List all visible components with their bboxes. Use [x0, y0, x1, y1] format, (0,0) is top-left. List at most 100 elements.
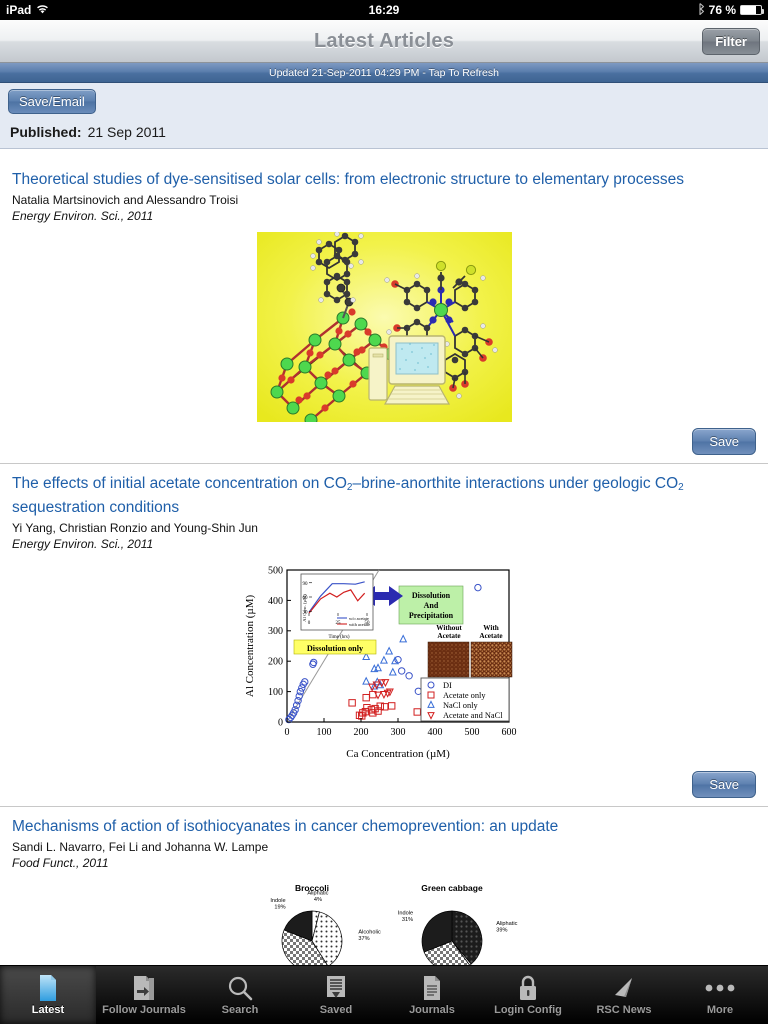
svg-text:Precipitation: Precipitation	[409, 611, 454, 620]
article-title[interactable]: Theoretical studies of dye-sensitised so…	[12, 170, 756, 190]
carrier-label: iPad	[6, 3, 32, 17]
svg-text:Indole: Indole	[398, 911, 413, 917]
navigation-bar: Latest Articles Filter	[0, 20, 768, 63]
svg-text:100: 100	[268, 687, 283, 698]
tab-rsc-news[interactable]: RSC News	[576, 966, 672, 1024]
svg-text:25: 25	[336, 621, 342, 626]
svg-text:0: 0	[285, 727, 290, 738]
status-bar: iPad 16:29 76 %	[0, 0, 768, 20]
tab-label: More	[706, 1004, 734, 1016]
action-toolbar: Save/Email	[0, 83, 768, 118]
svg-text:Aliphatic: Aliphatic	[496, 921, 517, 927]
molecular-graphic-figure	[256, 232, 512, 422]
status-bar-left: iPad	[6, 3, 49, 17]
svg-text:Alcoholic: Alcoholic	[358, 930, 381, 936]
tab-bar[interactable]: Latest Follow Journals Search Saved Jour…	[0, 965, 768, 1024]
article-journal: Energy Environ. Sci., 2011	[12, 537, 154, 551]
svg-text:Indole: Indole	[270, 898, 285, 904]
chart-legend: DIAcetate onlyNaCl onlyAcetate and NaCl	[420, 677, 510, 722]
svg-text:Dissolution only: Dissolution only	[307, 644, 364, 653]
svg-text:500: 500	[268, 565, 283, 576]
svg-text:31%: 31%	[402, 917, 413, 923]
svg-text:With: With	[483, 624, 498, 632]
article-figure: Broccoli Green cabbage Aliphatic 4% Alcoho…	[12, 879, 756, 965]
annotation-dissolution-only: Dissolution only	[293, 639, 377, 655]
svg-text:200: 200	[268, 657, 283, 668]
page-title: Latest Articles	[313, 29, 455, 52]
article-journal: Energy Environ. Sci., 2011	[12, 209, 154, 223]
save-email-button[interactable]: Save/Email	[8, 89, 96, 114]
article-item[interactable]: Mechanisms of action of isothiocyanates …	[0, 807, 768, 965]
article-journal: Food Funct., 2011	[12, 856, 109, 870]
tab-label: Search	[221, 1004, 259, 1016]
article-title[interactable]: The effects of initial acetate concentra…	[12, 474, 756, 518]
svg-text:90: 90	[303, 582, 309, 587]
save-button[interactable]: Save	[692, 428, 756, 455]
article-authors: Sandi L. Navarro, Fei Li and Johanna W. …	[12, 840, 269, 854]
app-root: iPad 16:29 76 % Latest Articles Filter U…	[0, 0, 768, 1024]
svg-text:300: 300	[268, 626, 283, 637]
tab-label: Saved	[319, 1004, 353, 1016]
svg-text:4%: 4%	[314, 897, 322, 903]
svg-text:Ca Concentration (µM): Ca Concentration (µM)	[346, 748, 450, 760]
document-icon	[36, 974, 60, 1002]
article-title[interactable]: Mechanisms of action of isothiocyanates …	[12, 817, 756, 837]
tab-label: Login Config	[494, 1004, 562, 1016]
bluetooth-icon	[697, 2, 705, 18]
svg-text:19%: 19%	[274, 905, 285, 911]
follow-journal-icon	[131, 974, 157, 1002]
svg-text:Acetate: Acetate	[437, 632, 460, 640]
article-item[interactable]: The effects of initial acetate concentra…	[0, 464, 768, 807]
filter-button[interactable]: Filter	[702, 28, 760, 55]
svg-text:60: 60	[303, 596, 309, 601]
svg-text:39%: 39%	[496, 927, 507, 933]
svg-text:600: 600	[502, 727, 517, 738]
svg-text:30: 30	[303, 610, 309, 615]
annotation-dissolution-precipitation: Dissolution And Precipitation	[398, 585, 464, 625]
article-item[interactable]: Theoretical studies of dye-sensitised so…	[0, 160, 768, 464]
published-date: 21 Sep 2011	[87, 124, 166, 140]
tab-more[interactable]: More	[672, 966, 768, 1024]
article-list[interactable]: Theoretical studies of dye-sensitised so…	[0, 160, 768, 965]
article-authors: Natalia Martsinovich and Alessandro Troi…	[12, 193, 239, 207]
article-authors: Yi Yang, Christian Ronzio and Young-Shin…	[12, 521, 258, 535]
tab-latest[interactable]: Latest	[0, 966, 96, 1024]
battery-icon	[740, 5, 764, 15]
svg-text:Acetate: Acetate	[479, 632, 502, 640]
svg-text:300: 300	[391, 727, 406, 738]
svg-text:100: 100	[317, 727, 332, 738]
svg-text:Dissolution: Dissolution	[412, 591, 451, 600]
svg-text:Green cabbage: Green cabbage	[421, 883, 483, 893]
svg-text:Al Concentration (µM): Al Concentration (µM)	[244, 595, 256, 698]
svg-text:Without: Without	[436, 624, 462, 632]
refresh-status-bar[interactable]: Updated 21-Sep-2011 04:29 PM - Tap To Re…	[0, 63, 768, 83]
wifi-icon	[36, 3, 49, 17]
save-row: Save	[12, 428, 756, 455]
pie-charts-figure: Broccoli Green cabbage Aliphatic4%Alcoho…	[224, 879, 544, 965]
tab-saved[interactable]: Saved	[288, 966, 384, 1024]
svg-text:Aliphatic: Aliphatic	[307, 890, 328, 896]
tab-label: Follow Journals	[102, 1004, 186, 1016]
svg-text:500: 500	[465, 727, 480, 738]
save-row: Save	[12, 771, 756, 798]
tab-label: RSC News	[596, 1004, 652, 1016]
svg-text:And: And	[424, 601, 439, 610]
svg-text:0: 0	[278, 717, 283, 728]
tab-login-config[interactable]: Login Config	[480, 966, 576, 1024]
tab-follow-journals[interactable]: Follow Journals	[96, 966, 192, 1024]
lock-icon	[516, 974, 540, 1002]
article-figure: 0 100 200 300 400 500 600 0 100 200 300 400 500 Ca C…	[12, 560, 756, 765]
tab-journals[interactable]: Journals	[384, 966, 480, 1024]
tab-label: Latest	[31, 1004, 65, 1016]
status-bar-right: 76 %	[697, 2, 764, 18]
save-button[interactable]: Save	[692, 771, 756, 798]
inset-line-chart: w/o acetate with acetate Al Conc. (µM) T…	[300, 573, 374, 640]
published-bar: Published: 21 Sep 2011	[0, 118, 768, 149]
svg-text:37%: 37%	[358, 936, 369, 942]
svg-text:DI: DI	[443, 681, 452, 690]
published-label: Published:	[10, 124, 82, 140]
svg-text:400: 400	[428, 727, 443, 738]
battery-percent-label: 76 %	[708, 3, 736, 17]
tab-search[interactable]: Search	[192, 966, 288, 1024]
ellipsis-icon	[703, 974, 737, 1002]
